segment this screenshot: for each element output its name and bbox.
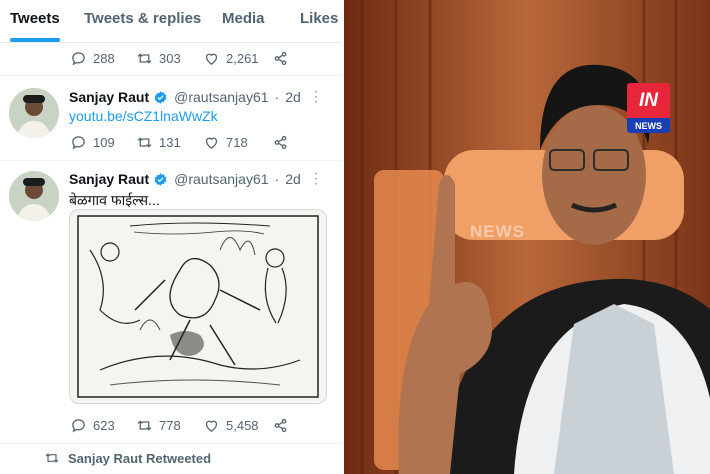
news-logo-badge: IN NEWS bbox=[627, 83, 670, 133]
tweet-actions: 623 778 5,458 bbox=[0, 415, 342, 437]
tweet-divider bbox=[0, 160, 342, 161]
retweet-notice-text[interactable]: Sanjay Raut Retweeted bbox=[68, 451, 211, 466]
tweet-actions: 288 303 2,261 bbox=[0, 48, 342, 70]
tweet-time[interactable]: 2d bbox=[285, 89, 301, 105]
author-handle[interactable]: @rautsanjay61 bbox=[174, 89, 268, 105]
tab-likes[interactable]: Likes bbox=[300, 10, 338, 27]
tweet-link[interactable]: youtu.be/sCZ1lnaWwZk bbox=[69, 108, 218, 124]
retweet-icon bbox=[137, 420, 152, 431]
tweet-actions: 109 131 718 bbox=[0, 132, 342, 154]
retweet-count: 131 bbox=[159, 135, 181, 150]
tweet-time[interactable]: 2d bbox=[285, 171, 301, 187]
tweet-text: बेळगाव फाईल्स... bbox=[69, 192, 160, 208]
author-name[interactable]: Sanjay Raut bbox=[69, 171, 149, 187]
tab-tweets[interactable]: Tweets bbox=[10, 10, 60, 27]
profile-tabs: Tweets Tweets & replies Media Likes bbox=[0, 0, 342, 43]
share-button[interactable] bbox=[272, 50, 289, 67]
cartoon-illustration bbox=[70, 210, 326, 403]
author-name[interactable]: Sanjay Raut bbox=[69, 89, 149, 105]
like-button[interactable]: 5,458 bbox=[203, 417, 259, 434]
separator-dot: · bbox=[274, 171, 280, 187]
reply-button[interactable]: 288 bbox=[70, 50, 115, 67]
reply-button[interactable]: 109 bbox=[70, 134, 115, 151]
retweet-button[interactable]: 131 bbox=[136, 134, 181, 151]
share-button[interactable] bbox=[272, 417, 289, 434]
like-icon bbox=[205, 420, 218, 432]
author-handle[interactable]: @rautsanjay61 bbox=[174, 171, 268, 187]
like-button[interactable]: 718 bbox=[203, 134, 248, 151]
tab-media[interactable]: Media bbox=[222, 10, 265, 27]
verified-badge-icon bbox=[154, 90, 167, 104]
like-button[interactable]: 2,261 bbox=[203, 50, 259, 67]
avatar[interactable] bbox=[9, 171, 59, 221]
share-button[interactable] bbox=[272, 134, 289, 151]
retweet-button[interactable]: 303 bbox=[136, 50, 181, 67]
tweet-header: Sanjay Raut @rautsanjay61 · 2d bbox=[69, 171, 301, 187]
retweet-icon bbox=[45, 453, 59, 463]
share-icon bbox=[274, 51, 287, 66]
reply-count: 109 bbox=[93, 135, 115, 150]
more-icon[interactable]: ⋮ bbox=[309, 88, 323, 105]
reply-icon bbox=[72, 52, 85, 66]
like-count: 718 bbox=[226, 135, 248, 150]
photo-illustration bbox=[344, 0, 710, 474]
reply-icon bbox=[72, 419, 85, 433]
like-icon bbox=[205, 137, 218, 149]
like-count: 2,261 bbox=[226, 51, 259, 66]
news-logo-label: NEWS bbox=[627, 118, 670, 133]
tweet-divider bbox=[0, 75, 342, 76]
reply-count: 623 bbox=[93, 418, 115, 433]
retweet-button[interactable]: 778 bbox=[136, 417, 181, 434]
retweet-count: 303 bbox=[159, 51, 181, 66]
retweet-icon bbox=[137, 53, 152, 64]
like-count: 5,458 bbox=[226, 418, 259, 433]
reply-count: 288 bbox=[93, 51, 115, 66]
reply-button[interactable]: 623 bbox=[70, 417, 115, 434]
watermark: NEWS bbox=[470, 222, 525, 241]
share-icon bbox=[274, 418, 287, 433]
retweet-count: 778 bbox=[159, 418, 181, 433]
tweet-media-cartoon[interactable] bbox=[69, 209, 327, 404]
retweet-notice: Sanjay Raut Retweeted bbox=[44, 450, 211, 466]
tab-tweets-and-replies[interactable]: Tweets & replies bbox=[84, 10, 201, 27]
tweet-divider bbox=[0, 443, 342, 444]
reply-icon bbox=[72, 136, 85, 150]
active-tab-indicator bbox=[10, 38, 60, 42]
tweet-header: Sanjay Raut @rautsanjay61 · 2d bbox=[69, 89, 301, 105]
separator-dot: · bbox=[274, 89, 280, 105]
news-logo: IN bbox=[627, 83, 670, 118]
avatar[interactable] bbox=[9, 88, 59, 138]
verified-badge-icon bbox=[154, 172, 167, 186]
share-icon bbox=[274, 135, 287, 150]
like-icon bbox=[205, 53, 218, 65]
news-photo bbox=[344, 0, 710, 474]
retweet-icon bbox=[137, 137, 152, 148]
more-icon[interactable]: ⋮ bbox=[309, 170, 323, 187]
twitter-profile-panel: Tweets Tweets & replies Media Likes 288 … bbox=[0, 0, 342, 474]
